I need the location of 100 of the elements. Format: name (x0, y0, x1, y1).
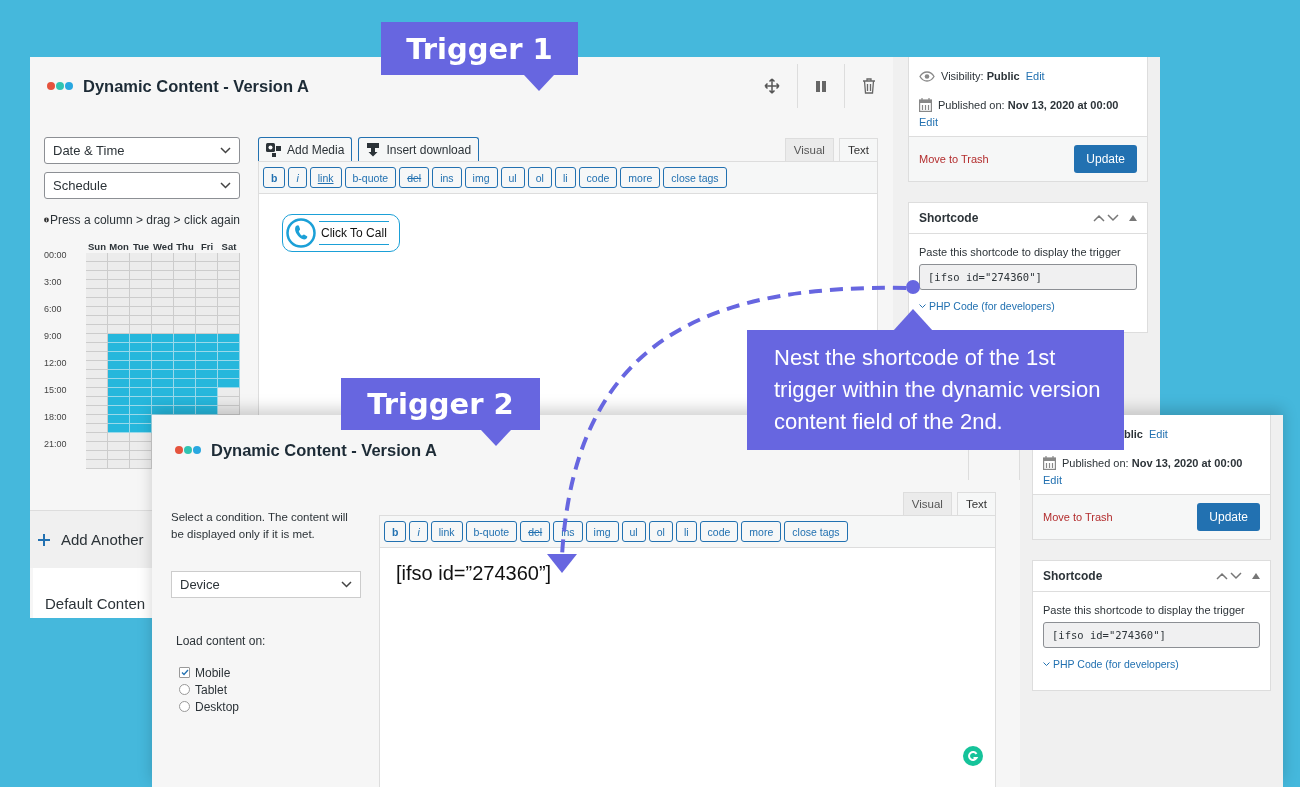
format-button[interactable]: ul (621, 521, 646, 542)
schedule-slot[interactable] (86, 271, 108, 280)
schedule-slot[interactable] (174, 271, 196, 280)
schedule-slot[interactable] (108, 280, 130, 289)
editor-tab[interactable]: Text (956, 492, 996, 515)
edit-link[interactable]: Edit (1025, 70, 1045, 82)
format-button[interactable]: del (399, 167, 430, 188)
schedule-slot[interactable] (108, 397, 130, 406)
editor-tab[interactable]: Visual (784, 138, 834, 161)
update-button[interactable]: Update (1197, 503, 1260, 531)
schedule-slot[interactable] (152, 289, 174, 298)
schedule-slot[interactable] (86, 406, 108, 415)
schedule-slot[interactable] (108, 361, 130, 370)
schedule-slot[interactable] (174, 352, 196, 361)
schedule-slot[interactable] (108, 406, 130, 415)
format-button[interactable]: link (430, 521, 463, 542)
schedule-slot[interactable] (152, 370, 174, 379)
schedule-slot[interactable] (108, 298, 130, 307)
schedule-slot[interactable] (152, 298, 174, 307)
schedule-slot[interactable] (108, 415, 130, 424)
schedule-slot[interactable] (86, 361, 108, 370)
schedule-slot[interactable] (86, 424, 108, 433)
schedule-slot[interactable] (108, 271, 130, 280)
schedule-slot[interactable] (196, 343, 218, 352)
reorder-arrows-icon[interactable] (1216, 572, 1242, 580)
schedule-slot[interactable] (196, 280, 218, 289)
schedule-slot[interactable] (86, 433, 108, 442)
schedule-slot[interactable] (218, 406, 240, 415)
schedule-slot[interactable] (108, 352, 130, 361)
format-button[interactable]: ol (527, 167, 552, 188)
schedule-slot[interactable] (218, 352, 240, 361)
schedule-slot[interactable] (130, 442, 152, 451)
schedule-slot[interactable] (196, 316, 218, 325)
move-icon[interactable] (764, 78, 780, 94)
schedule-slot[interactable] (86, 460, 108, 469)
schedule-slot[interactable] (196, 406, 218, 415)
schedule-slot[interactable] (196, 307, 218, 316)
schedule-slot[interactable] (174, 379, 196, 388)
schedule-slot[interactable] (152, 307, 174, 316)
schedule-slot[interactable] (130, 280, 152, 289)
schedule-slot[interactable] (108, 370, 130, 379)
format-button[interactable]: more (620, 167, 661, 188)
media-button[interactable]: Add Media (258, 137, 353, 161)
media-button[interactable]: Insert download (358, 137, 480, 161)
schedule-slot[interactable] (218, 271, 240, 280)
format-button[interactable]: li (554, 167, 576, 188)
schedule-slot[interactable] (218, 334, 240, 343)
schedule-slot[interactable] (130, 253, 152, 262)
schedule-slot[interactable] (130, 433, 152, 442)
assistant-badge-icon[interactable] (963, 746, 983, 766)
schedule-slot[interactable] (174, 307, 196, 316)
move-to-trash-link[interactable]: Move to Trash (919, 153, 989, 165)
format-button[interactable]: code (578, 167, 618, 188)
format-button[interactable]: ins (432, 167, 462, 188)
condition-select[interactable]: Schedule (44, 172, 240, 199)
schedule-slot[interactable] (108, 433, 130, 442)
schedule-slot[interactable] (86, 388, 108, 397)
php-code-link[interactable]: PHP Code (for developers) (929, 300, 1055, 312)
schedule-slot[interactable] (218, 343, 240, 352)
schedule-slot[interactable] (174, 361, 196, 370)
schedule-slot[interactable] (86, 298, 108, 307)
schedule-slot[interactable] (218, 262, 240, 271)
schedule-slot[interactable] (108, 442, 130, 451)
pause-icon[interactable] (815, 79, 827, 93)
schedule-slot[interactable] (86, 370, 108, 379)
schedule-slot[interactable] (86, 334, 108, 343)
schedule-slot[interactable] (174, 388, 196, 397)
schedule-slot[interactable] (130, 397, 152, 406)
schedule-slot[interactable] (130, 325, 152, 334)
schedule-slot[interactable] (196, 334, 218, 343)
schedule-slot[interactable] (86, 379, 108, 388)
schedule-slot[interactable] (218, 325, 240, 334)
schedule-slot[interactable] (86, 289, 108, 298)
schedule-slot[interactable] (174, 262, 196, 271)
schedule-slot[interactable] (130, 289, 152, 298)
schedule-slot[interactable] (130, 298, 152, 307)
schedule-slot[interactable] (174, 406, 196, 415)
schedule-slot[interactable] (218, 397, 240, 406)
schedule-slot[interactable] (174, 334, 196, 343)
schedule-slot[interactable] (218, 289, 240, 298)
schedule-slot[interactable] (86, 415, 108, 424)
editor-tab[interactable]: Text (838, 138, 878, 161)
schedule-slot[interactable] (108, 388, 130, 397)
click-to-call-button[interactable]: Click To Call (282, 214, 400, 252)
format-button[interactable]: img (585, 521, 619, 542)
schedule-slot[interactable] (108, 424, 130, 433)
schedule-slot[interactable] (152, 397, 174, 406)
schedule-slot[interactable] (86, 442, 108, 451)
schedule-slot[interactable] (108, 253, 130, 262)
schedule-slot[interactable] (108, 460, 130, 469)
schedule-slot[interactable] (108, 289, 130, 298)
schedule-slot[interactable] (152, 388, 174, 397)
schedule-slot[interactable] (130, 271, 152, 280)
format-button[interactable]: i (409, 521, 428, 542)
schedule-slot[interactable] (196, 262, 218, 271)
schedule-slot[interactable] (86, 253, 108, 262)
schedule-slot[interactable] (152, 352, 174, 361)
format-button[interactable]: code (699, 521, 739, 542)
schedule-slot[interactable] (196, 253, 218, 262)
format-button[interactable]: ol (648, 521, 673, 542)
